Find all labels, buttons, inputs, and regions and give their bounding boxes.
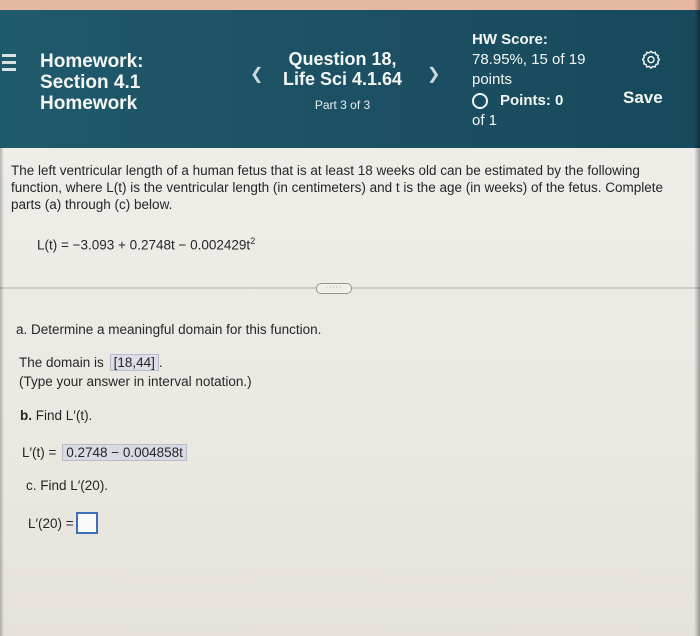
points-label: Points: 0: [500, 92, 564, 109]
problem-content: The left ventricular length of a human f…: [0, 148, 700, 636]
points-of: of 1: [472, 112, 498, 129]
chevron-left-icon[interactable]: ❮: [250, 64, 263, 84]
part-b-question: b. Find L′(t).: [20, 408, 92, 423]
part-b-label: b.: [20, 408, 32, 423]
save-button[interactable]: Save: [623, 88, 663, 108]
part-b-text: Find L′(t).: [35, 408, 93, 423]
question-info: Question 18, Life Sci 4.1.64 Part 3 of 3: [275, 49, 410, 112]
function-equation: L(t) = −3.093 + 0.2748t − 0.002429t2: [37, 236, 255, 253]
part-a-question: a. Determine a meaningful domain for thi…: [16, 322, 322, 337]
circle-icon: [472, 93, 488, 109]
l-prime-20-input[interactable]: [75, 512, 98, 534]
hw-score-value: 78.95%, 15 of 19 points: [472, 51, 586, 88]
menu-icon[interactable]: [2, 54, 16, 72]
header-bar: Homework: Section 4.1 Homework ❮ Questio…: [0, 0, 700, 148]
part-a-hint: (Type your answer in interval notation.): [19, 374, 252, 389]
question-title: Question 18, Life Sci 4.1.64: [282, 49, 403, 89]
problem-prompt: The left ventricular length of a human f…: [11, 163, 664, 212]
part-a-answer-suffix: .: [158, 355, 163, 370]
part-a-answer-prefix: The domain is: [19, 355, 104, 370]
top-accent-bar: [0, 0, 700, 10]
derivative-answer-field[interactable]: 0.2748 − 0.004858t: [62, 444, 187, 461]
part-b-answer-line: L′(t) = 0.2748 − 0.004858t: [22, 444, 187, 461]
equation-main: L(t) = −3.093 + 0.2748t − 0.002429t: [37, 237, 251, 253]
hw-score: HW Score: 78.95%, 15 of 19 points Points…: [472, 30, 602, 131]
domain-answer-field[interactable]: [18,44]: [109, 354, 159, 371]
part-b-answer-prefix: L′(t) =: [22, 445, 57, 460]
question-part: Part 3 of 3: [314, 98, 371, 112]
gear-icon[interactable]: [640, 49, 662, 71]
part-c-answer-line: L′(20) =: [28, 512, 98, 534]
right-edge-shadow: [694, 0, 700, 636]
part-c-question: c. Find L′(20).: [26, 478, 109, 493]
points-line: Points: 0: [472, 91, 602, 111]
expand-button[interactable]: ·····: [316, 283, 352, 294]
equation-exponent: 2: [250, 236, 256, 246]
chevron-right-icon[interactable]: ❯: [427, 64, 440, 84]
screen: Homework: Section 4.1 Homework ❮ Questio…: [0, 0, 700, 636]
part-a-answer-line: The domain is [18,44].: [19, 354, 163, 371]
part-c-answer-prefix: L′(20) =: [28, 515, 74, 531]
hw-score-label: HW Score:: [472, 31, 548, 48]
homework-title: Homework: Section 4.1 Homework: [40, 51, 144, 114]
left-edge-shadow: [0, 148, 4, 636]
